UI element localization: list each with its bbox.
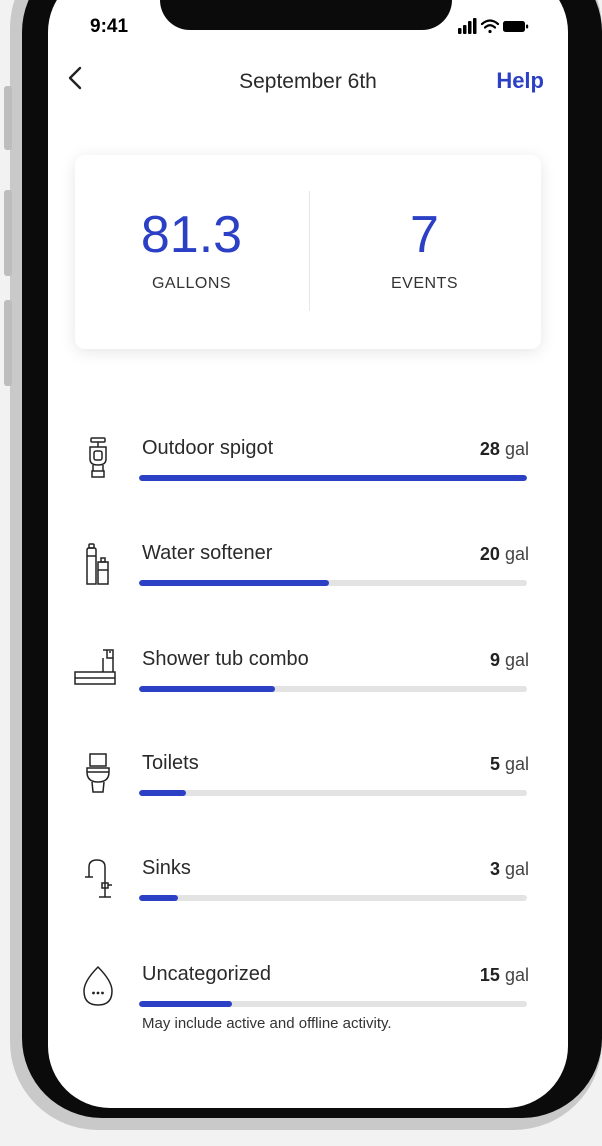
usage-item-amount: 3 gal — [490, 859, 529, 880]
usage-bar-fill — [139, 580, 330, 586]
usage-amount-unit: gal — [504, 544, 529, 564]
app-screen: 9:41 September 6th Help 81.3 GALLONS 7 E… — [48, 0, 568, 1108]
phone-volume-up-button — [4, 190, 12, 276]
gallons-label: GALLONS — [151, 275, 232, 292]
shower-tub-icon — [74, 649, 116, 685]
usage-amount-value: 28 — [479, 439, 500, 459]
uncategorized-note: May include active and offline activity. — [142, 1015, 392, 1032]
usage-bar-fill — [139, 475, 527, 481]
usage-bar-track — [139, 790, 527, 796]
usage-bar-track — [139, 1001, 527, 1007]
toilet-icon — [86, 753, 110, 793]
water-drop-more-icon — [83, 965, 113, 1006]
usage-summary-card: 81.3 GALLONS 7 EVENTS — [75, 155, 541, 349]
gallons-value: 81.3 — [140, 206, 243, 264]
usage-item-name: Uncategorized — [142, 963, 271, 985]
status-icons — [458, 18, 529, 34]
help-link[interactable]: Help — [496, 68, 544, 94]
usage-item-amount: 20 gal — [480, 544, 529, 565]
signal-icon — [458, 18, 477, 34]
usage-bar-fill — [139, 1001, 233, 1007]
usage-bar-fill — [139, 790, 186, 796]
usage-amount-value: 15 — [479, 965, 500, 985]
usage-bar-fill — [139, 895, 178, 901]
usage-item-sinks[interactable]: Sinks 3 gal — [48, 857, 568, 937]
usage-item-uncategorized[interactable]: Uncategorized 15 gal May include active … — [48, 963, 568, 1053]
usage-amount-unit: gal — [504, 650, 529, 670]
usage-amount-value: 5 — [489, 754, 500, 774]
usage-item-shower-tub-combo[interactable]: Shower tub combo 9 gal — [48, 648, 568, 728]
usage-bar-track — [139, 475, 527, 481]
usage-item-name: Sinks — [142, 857, 191, 879]
water-softener-icon — [86, 543, 109, 585]
usage-bar-fill — [139, 686, 275, 692]
usage-bar-track — [139, 686, 527, 692]
phone-notch — [160, 0, 452, 30]
events-label: EVENTS — [390, 275, 458, 292]
usage-item-name: Toilets — [142, 752, 199, 774]
usage-amount-unit: gal — [504, 439, 529, 459]
usage-amount-unit: gal — [504, 965, 529, 985]
phone-volume-down-button — [4, 300, 12, 386]
gallons-summary: 81.3 GALLONS — [75, 155, 308, 349]
page-title: September 6th — [239, 70, 377, 93]
usage-item-amount: 15 gal — [480, 965, 529, 986]
usage-amount-value: 3 — [489, 859, 500, 879]
usage-item-amount: 28 gal — [480, 439, 529, 460]
usage-item-name: Outdoor spigot — [142, 437, 274, 459]
status-time: 9:41 — [90, 16, 129, 37]
usage-item-name: Shower tub combo — [142, 648, 309, 670]
usage-amount-unit: gal — [504, 859, 529, 879]
usage-item-water-softener[interactable]: Water softener 20 gal — [48, 542, 568, 622]
events-summary: 7 EVENTS — [308, 155, 541, 349]
events-value: 7 — [410, 206, 439, 264]
spigot-icon — [89, 437, 107, 478]
usage-amount-value: 20 — [479, 544, 500, 564]
usage-bar-track — [139, 580, 527, 586]
usage-amount-value: 9 — [489, 650, 500, 670]
phone-mute-switch — [4, 86, 12, 150]
wifi-icon — [480, 19, 500, 34]
usage-item-amount: 9 gal — [490, 650, 529, 671]
usage-item-name: Water softener — [142, 542, 273, 564]
usage-bar-track — [139, 895, 527, 901]
battery-icon — [503, 21, 529, 32]
usage-item-outdoor-spigot[interactable]: Outdoor spigot 28 gal — [48, 437, 568, 517]
usage-item-amount: 5 gal — [490, 754, 529, 775]
usage-amount-unit: gal — [504, 754, 529, 774]
sink-faucet-icon — [85, 859, 112, 898]
usage-item-toilets[interactable]: Toilets 5 gal — [48, 752, 568, 832]
